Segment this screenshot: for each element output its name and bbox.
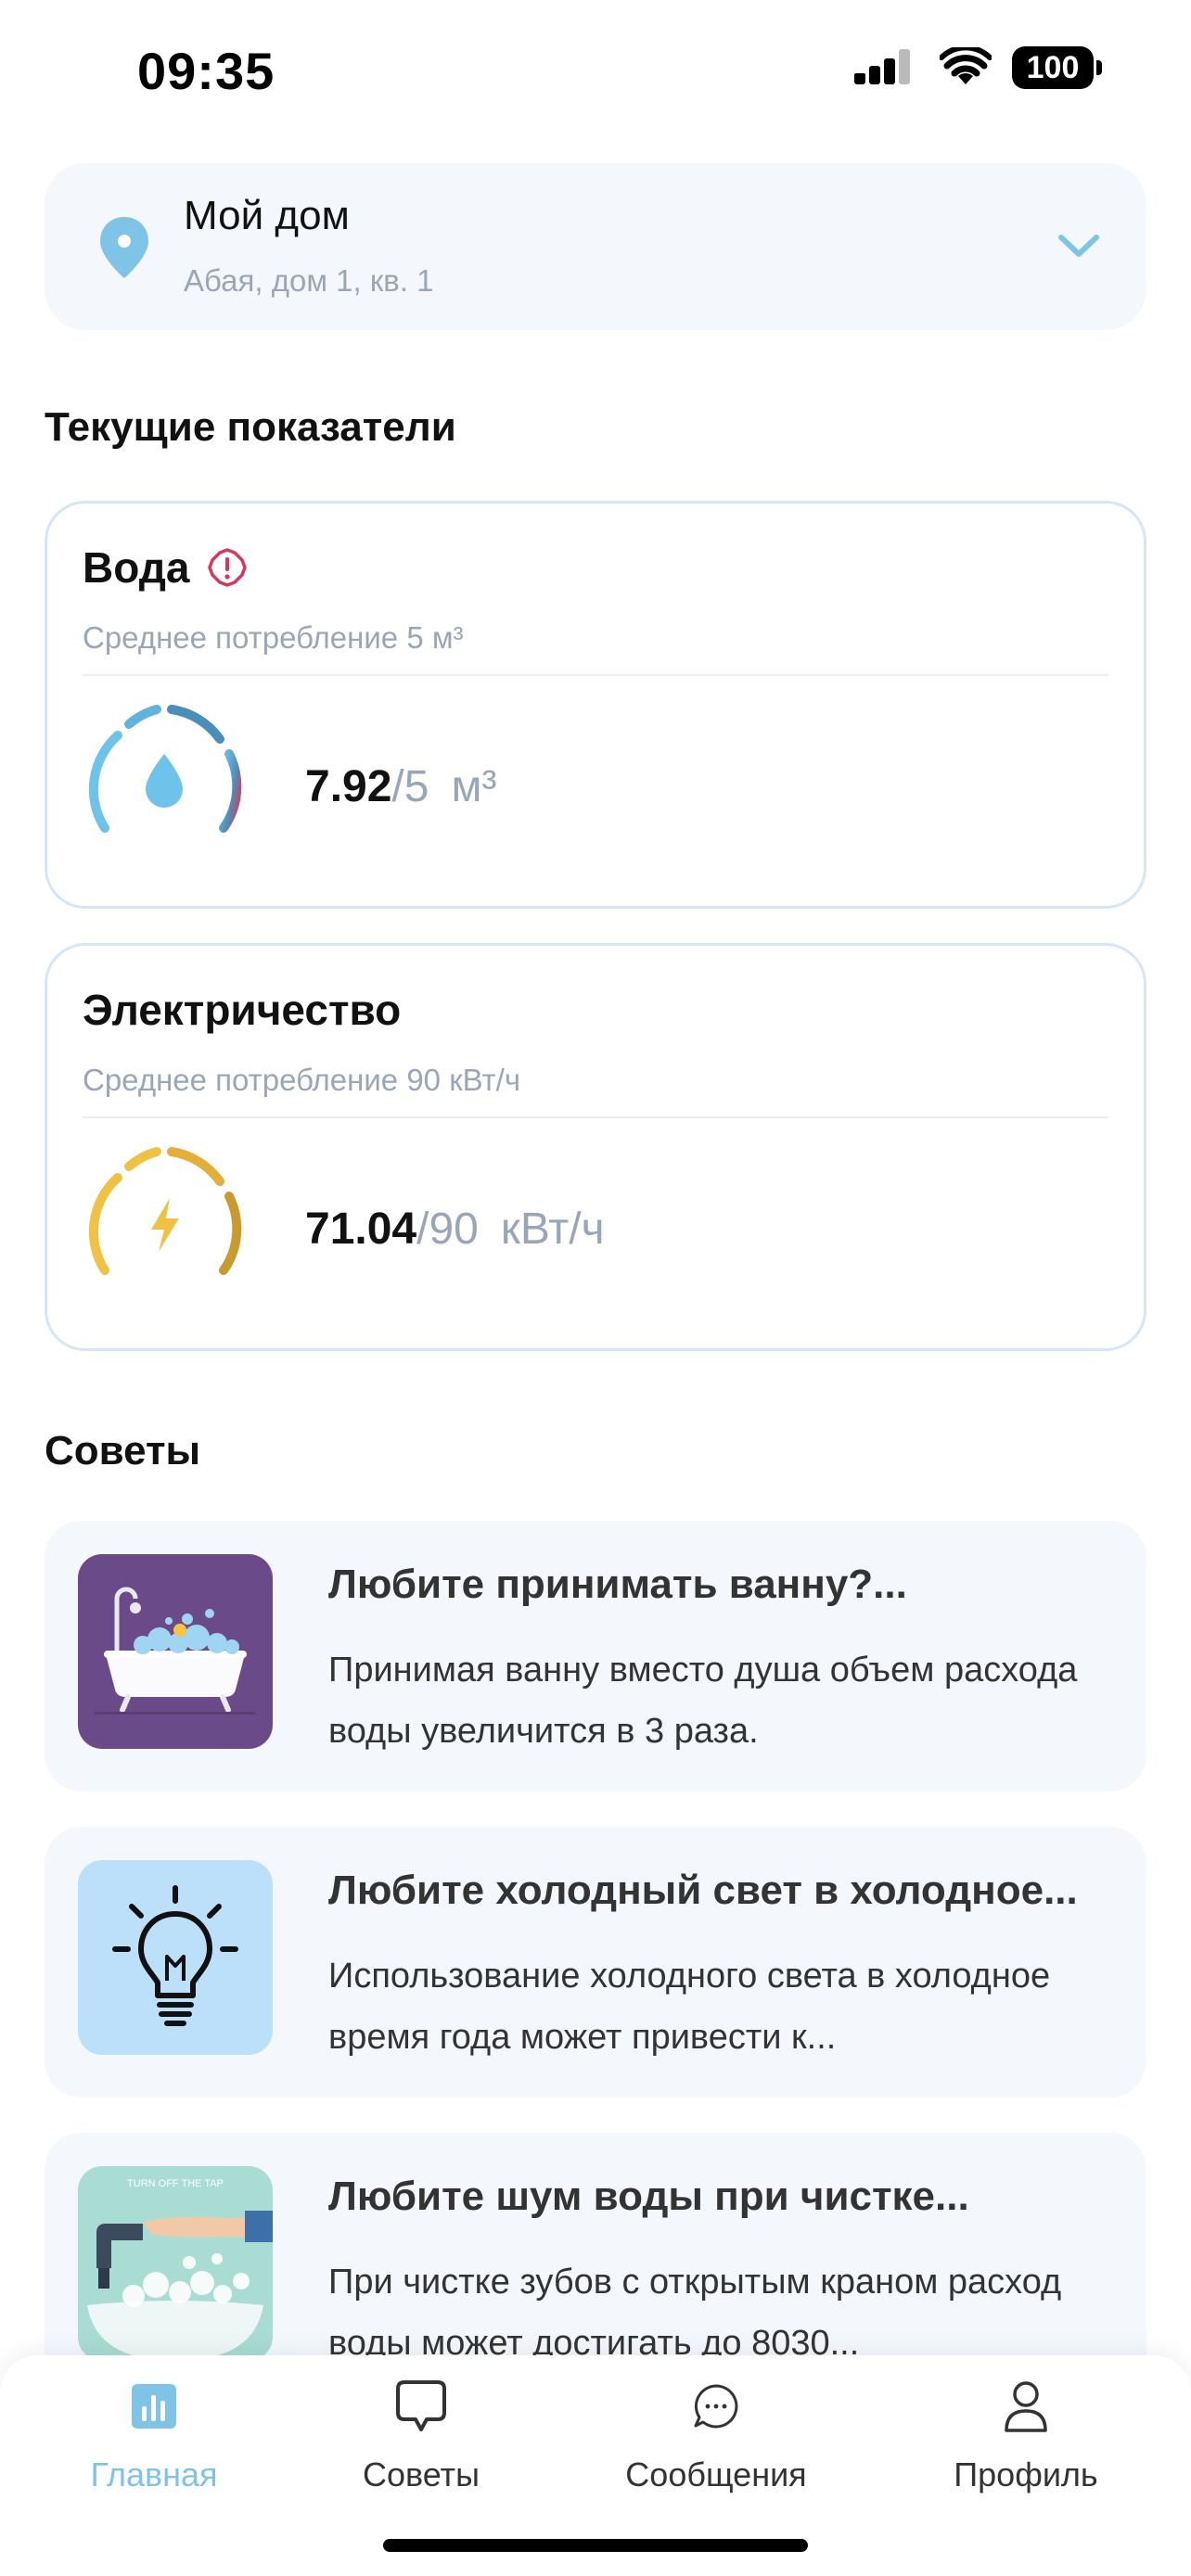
water-drop-icon	[146, 754, 183, 808]
electricity-limit-value: /90	[416, 1205, 479, 1254]
water-gauge	[88, 705, 242, 833]
chart-icon	[130, 2374, 178, 2439]
status-icons: 100	[854, 46, 1102, 89]
lightning-icon	[151, 1198, 179, 1252]
status-bar: 09:35 100	[0, 0, 1191, 139]
tip-title: Любите холодный свет в холодное...	[328, 1868, 1078, 1913]
location-selector[interactable]: Мой дом Абая, дом 1, кв. 1	[45, 163, 1146, 330]
tab-home[interactable]: Главная	[6, 2355, 302, 2522]
message-icon	[692, 2374, 740, 2439]
water-meter-divider	[83, 674, 1108, 676]
home-indicator	[383, 2539, 808, 2552]
chevron-down-icon[interactable]	[1056, 228, 1102, 265]
electricity-gauge	[88, 1147, 242, 1275]
electricity-title-text: Электричество	[83, 986, 402, 1034]
electricity-current-value: 71.04	[305, 1205, 417, 1254]
location-title: Мой дом	[184, 193, 350, 238]
indicators-section-title: Текущие показатели	[45, 404, 456, 450]
tab-messages[interactable]: Сообщения	[568, 2355, 864, 2522]
water-limit-value: /5	[391, 762, 429, 811]
electricity-unit: кВт/ч	[500, 1205, 605, 1254]
battery-indicator: 100	[1012, 46, 1102, 89]
lightbulb-image	[78, 1860, 273, 2055]
tip-title: Любите шум воды при чистке...	[328, 2174, 969, 2219]
tip-title: Любите принимать ванну?...	[328, 1562, 907, 1607]
wifi-icon	[940, 47, 992, 84]
electricity-meter-subtitle: Среднее потребление 90 кВт/ч	[83, 1063, 521, 1097]
tips-section-title: Советы	[45, 1428, 201, 1473]
water-title-text: Вода	[83, 543, 190, 592]
tab-messages-label: Сообщения	[625, 2455, 807, 2493]
tab-profile[interactable]: Профиль	[877, 2355, 1174, 2522]
water-unit: м³	[451, 762, 497, 811]
cellular-signal-icon	[854, 49, 910, 84]
bathtub-image	[78, 1554, 273, 1749]
lightbulb-icon	[112, 1885, 238, 2026]
water-meter-subtitle: Среднее потребление 5 м³	[83, 620, 464, 655]
battery-level: 100	[1012, 46, 1094, 89]
tap-image: TURN OFF THE TAP	[78, 2166, 273, 2361]
water-meter-card[interactable]: Вода Среднее потребление 5 м³ 7.92 /5 м³	[45, 501, 1146, 909]
location-address: Абая, дом 1, кв. 1	[184, 263, 434, 298]
electricity-meter-divider	[83, 1116, 1108, 1118]
tip-card-bath[interactable]: Любите принимать ванну?... Принимая ванн…	[45, 1521, 1146, 1792]
location-pin-icon	[100, 217, 148, 278]
electricity-meter-card[interactable]: Электричество Среднее потребление 90 кВт…	[45, 943, 1146, 1351]
tap-image-caption: TURN OFF THE TAP	[127, 2178, 224, 2189]
bathtub-icon	[95, 1587, 256, 1715]
tab-home-label: Главная	[90, 2455, 218, 2493]
chat-bubble-icon	[395, 2374, 447, 2439]
profile-icon	[1003, 2374, 1049, 2439]
tip-text: Использование холодного света в холодное…	[328, 1957, 1051, 2057]
water-meter-title: Вода	[83, 542, 248, 593]
water-meter-value: 7.92 /5 м³	[305, 761, 496, 812]
warning-icon[interactable]	[207, 547, 248, 588]
tip-text: Принимая ванну вместо душа объем расхода…	[328, 1651, 1078, 1751]
water-current-value: 7.92	[305, 762, 392, 811]
electricity-meter-value: 71.04 /90 кВт/ч	[305, 1204, 605, 1255]
status-time: 09:35	[137, 42, 275, 100]
tab-tips-label: Советы	[363, 2455, 480, 2493]
tab-tips[interactable]: Советы	[273, 2355, 570, 2522]
faucet-icon: TURN OFF THE TAP	[87, 2178, 273, 2361]
tip-card-cold-light[interactable]: Любите холодный свет в холодное... Испол…	[45, 1827, 1146, 2098]
tab-profile-label: Профиль	[954, 2455, 1098, 2493]
electricity-meter-title: Электричество	[83, 985, 401, 1035]
battery-tip	[1096, 60, 1102, 75]
